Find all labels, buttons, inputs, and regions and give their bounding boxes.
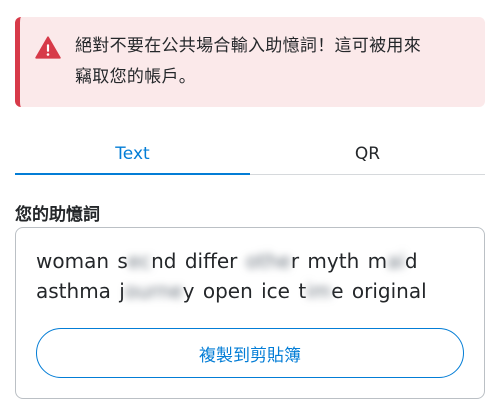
security-warning-banner: 絕對不要在公共場合輸入助憶詞！這可被用來 竊取您的帳戶。 xyxy=(15,17,485,107)
tab-text[interactable]: Text xyxy=(15,133,250,175)
copy-to-clipboard-button[interactable]: 複製到剪貼簿 xyxy=(36,328,464,378)
phrase-word: woman xyxy=(36,249,110,273)
phrase-word: myth xyxy=(307,249,360,273)
phrase-word: asthma xyxy=(36,279,111,303)
secret-phrase-box: woman secnd differ other myth maid asthm… xyxy=(15,227,485,399)
phrase-word-blurred: ec xyxy=(127,249,152,273)
reveal-tabs: Text QR xyxy=(15,133,485,175)
warning-icon xyxy=(35,36,61,59)
warning-line-2: 竊取您的帳戶。 xyxy=(75,67,197,87)
phrase-word-partial: time xyxy=(298,279,344,303)
warning-message: 絕對不要在公共場合輸入助憶詞！這可被用來 竊取您的帳戶。 xyxy=(75,31,421,93)
secret-phrase-text: woman secnd differ other myth maid asthm… xyxy=(36,246,466,306)
tab-text-label: Text xyxy=(115,143,150,164)
phrase-word: original xyxy=(351,279,427,303)
phrase-word-blurred: othe xyxy=(245,249,291,273)
warning-line-1: 絕對不要在公共場合輸入助憶詞！這可被用來 xyxy=(75,36,421,56)
secret-phrase-label: 您的助憶詞 xyxy=(15,205,100,225)
phrase-word-partial: journey xyxy=(119,279,195,303)
copy-to-clipboard-label: 複製到剪貼簿 xyxy=(199,345,301,366)
phrase-word: open xyxy=(202,279,253,303)
phrase-word: ice xyxy=(261,279,290,303)
phrase-word-blurred: ai xyxy=(387,249,405,273)
tab-qr[interactable]: QR xyxy=(250,133,485,174)
phrase-word-partial: secnd xyxy=(117,249,177,273)
tab-qr-label: QR xyxy=(354,143,381,164)
phrase-word-partial: maid xyxy=(367,249,418,273)
phrase-word: differ xyxy=(184,249,238,273)
phrase-word-blurred: im xyxy=(306,279,332,303)
phrase-word-partial: other xyxy=(245,249,300,273)
phrase-word-blurred: ourne xyxy=(124,279,183,303)
